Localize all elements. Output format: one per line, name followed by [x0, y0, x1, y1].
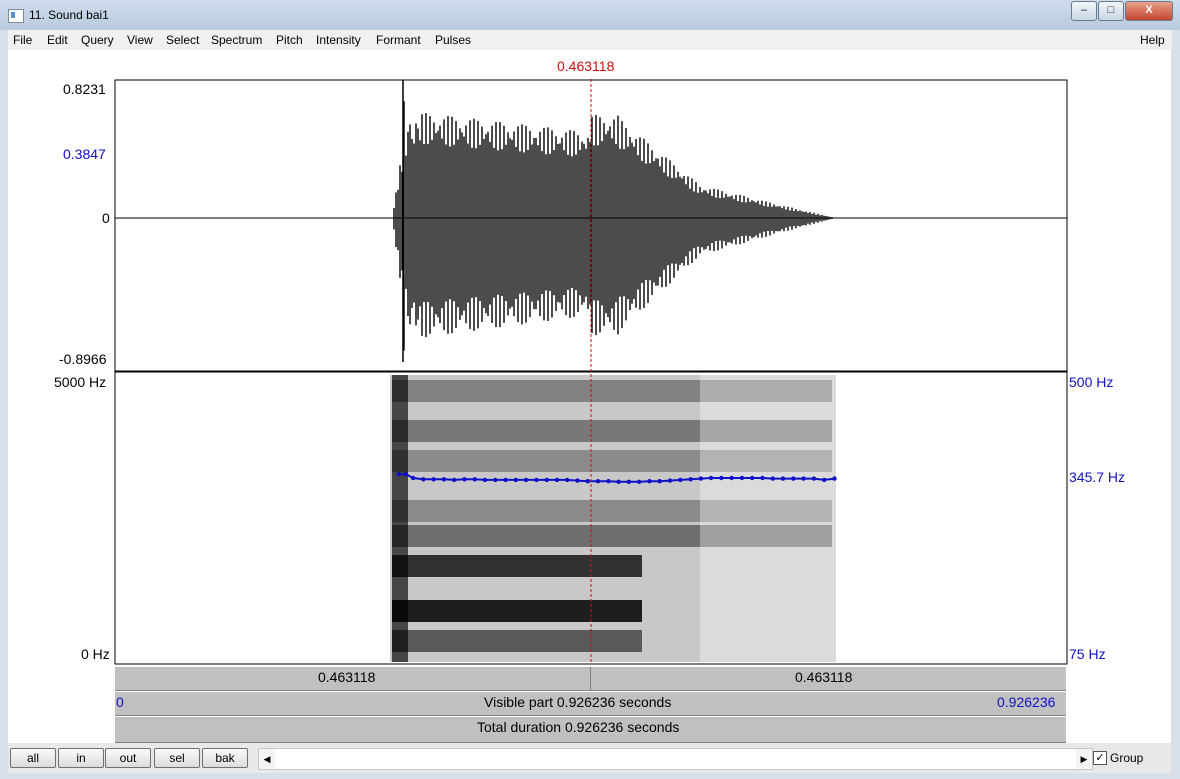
- pitch-point: [811, 476, 817, 481]
- bottom-toolbar: all in out sel bak ◀ ▶ ✓ Group: [8, 743, 1171, 773]
- scroll-right-arrow-icon[interactable]: ▶: [1076, 749, 1092, 769]
- total-duration-bar[interactable]: Total duration 0.926236 seconds: [115, 716, 1066, 743]
- pitch-point: [534, 477, 539, 483]
- pitch-point: [544, 477, 549, 483]
- zoom-in-button[interactable]: in: [58, 748, 104, 768]
- pitch-point: [626, 479, 632, 484]
- pitch-point: [637, 479, 642, 484]
- pitch-point: [739, 475, 745, 481]
- pitch-point: [410, 475, 416, 481]
- pitch-point: [729, 475, 734, 481]
- pitch-point: [441, 477, 447, 482]
- pitch-point: [403, 472, 409, 477]
- signal-canvas[interactable]: [0, 0, 1180, 779]
- pitch-point: [750, 475, 755, 481]
- spectrogram-onset: [392, 375, 408, 662]
- pitch-point: [657, 479, 662, 484]
- pitch-point: [719, 475, 724, 481]
- zoom-all-button[interactable]: all: [10, 748, 56, 768]
- group-label: Group: [1110, 751, 1144, 765]
- pitch-point: [822, 477, 827, 483]
- spectrogram-band: [392, 600, 642, 622]
- spectrogram-image: [390, 375, 836, 662]
- pitch-point: [565, 477, 570, 483]
- pitch-point: [554, 477, 560, 483]
- pitch-point: [606, 479, 611, 484]
- pitch-point: [421, 477, 426, 482]
- pitch-point: [482, 477, 488, 483]
- pitch-point: [791, 476, 796, 481]
- pitch-point: [472, 477, 477, 482]
- pitch-point: [523, 477, 529, 483]
- cursor-time-bar[interactable]: 0.463118 0.463118: [115, 666, 1066, 691]
- pitch-point: [801, 476, 806, 481]
- spectrogram-tail: [700, 375, 836, 662]
- pitch-point: [396, 472, 401, 477]
- pitch-point: [503, 477, 508, 483]
- pitch-point: [760, 475, 765, 481]
- zoom-out-button[interactable]: out: [105, 748, 151, 768]
- pitch-point: [462, 477, 467, 482]
- group-checkbox[interactable]: ✓: [1093, 751, 1107, 765]
- pitch-point: [667, 478, 673, 483]
- pitch-point: [513, 477, 518, 483]
- pitch-point: [780, 476, 786, 481]
- spectrogram-band: [392, 630, 642, 652]
- visible-part-label: Visible part 0.926236 seconds: [484, 694, 672, 710]
- pitch-point: [698, 476, 704, 481]
- pitch-point: [493, 477, 498, 483]
- visible-part-bar[interactable]: 0 Visible part 0.926236 seconds 0.926236: [115, 691, 1066, 716]
- pitch-point: [595, 479, 601, 484]
- pitch-point: [708, 475, 714, 481]
- right-interval-label: 0.463118: [795, 669, 853, 685]
- spectrogram-band: [392, 555, 642, 577]
- left-interval-label: 0.463118: [318, 669, 376, 685]
- pitch-point: [431, 477, 436, 482]
- pitch-point: [585, 479, 590, 484]
- pitch-point: [575, 478, 580, 483]
- pitch-point: [688, 477, 693, 482]
- horizontal-scrollbar[interactable]: ◀ ▶: [258, 748, 1093, 770]
- pitch-point: [678, 477, 683, 483]
- visible-start-label: 0: [116, 694, 124, 710]
- pitch-point: [832, 476, 837, 481]
- pitch-point: [616, 479, 621, 484]
- zoom-selection-button[interactable]: sel: [154, 748, 200, 768]
- pitch-point: [770, 476, 775, 481]
- pitch-point: [452, 477, 457, 483]
- total-duration-label: Total duration 0.926236 seconds: [477, 719, 680, 735]
- visible-end-label: 0.926236: [997, 694, 1056, 710]
- scroll-left-arrow-icon[interactable]: ◀: [259, 749, 275, 769]
- zoom-back-button[interactable]: bak: [202, 748, 248, 768]
- pitch-point: [647, 479, 652, 484]
